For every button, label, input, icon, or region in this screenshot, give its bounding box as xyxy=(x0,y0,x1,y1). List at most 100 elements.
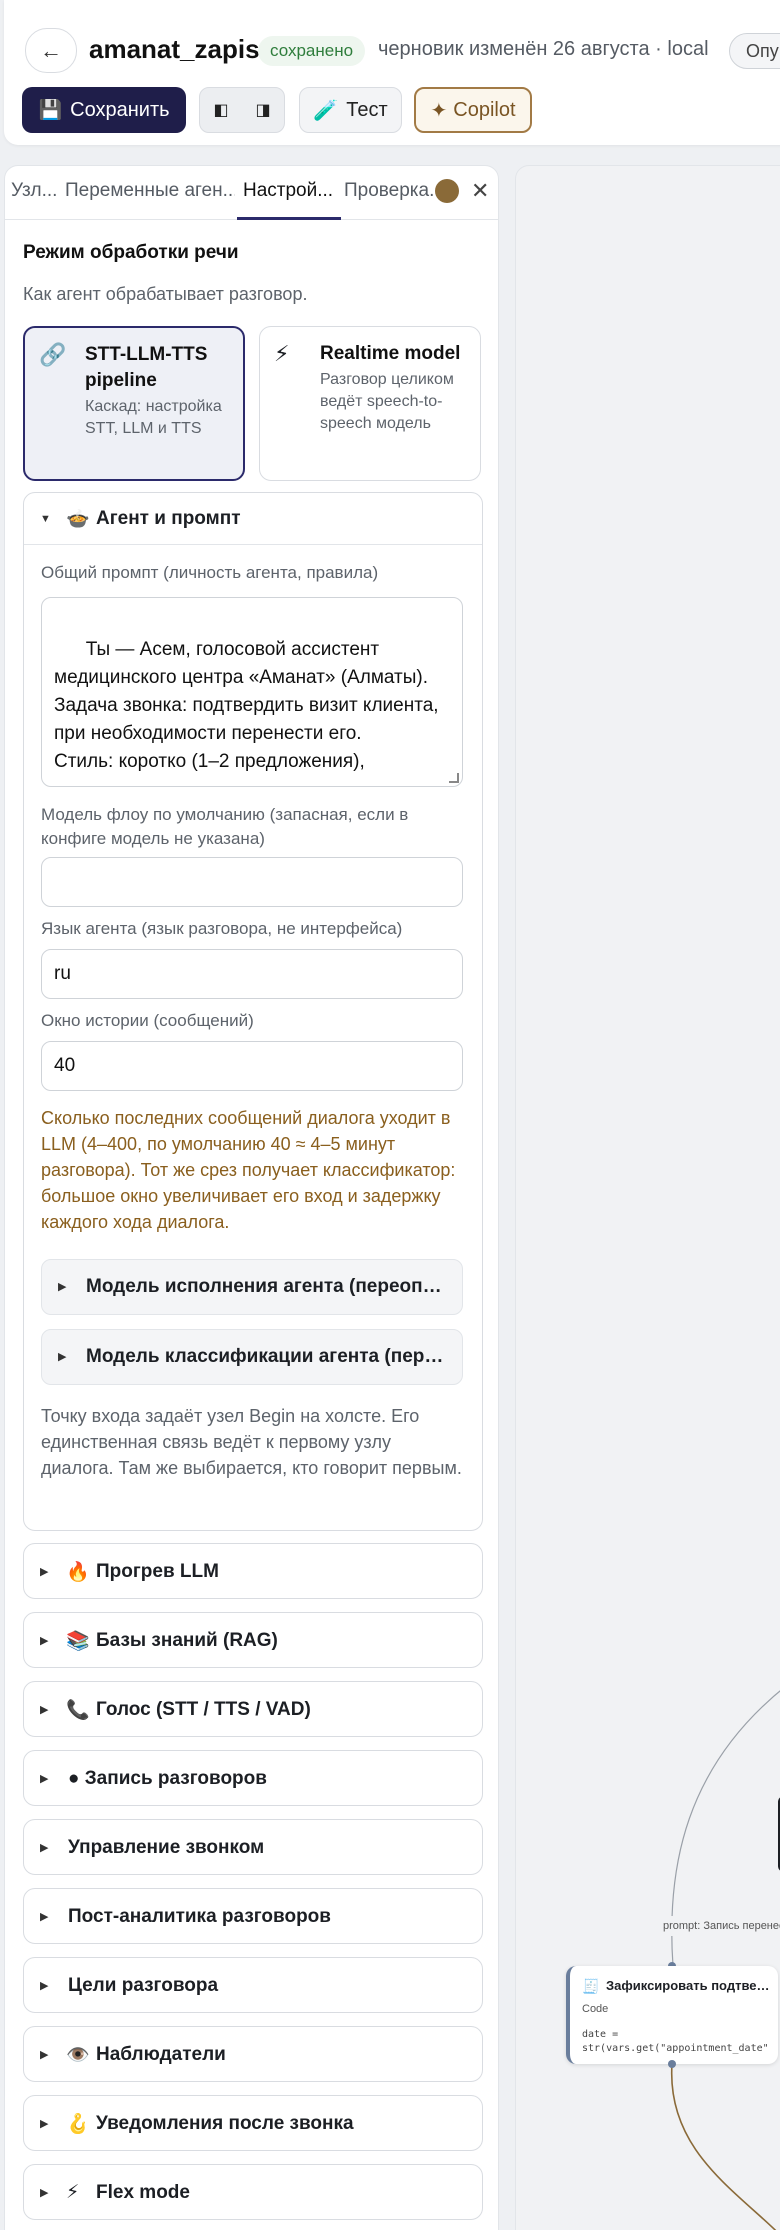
accordion-class-model[interactable]: ▶ Модель классификации агента (переопред… xyxy=(41,1329,463,1385)
history-label: Окно истории (сообщений) xyxy=(41,1011,254,1030)
active-tab-indicator xyxy=(237,217,341,220)
test-button-label: Тест xyxy=(346,98,388,121)
agent-title: amanat_zapis xyxy=(89,34,260,64)
node-output-port[interactable] xyxy=(668,2060,676,2068)
caret-right-icon: ▶ xyxy=(40,2187,49,2199)
caret-right-icon: ▶ xyxy=(58,1281,67,1293)
accordion-conversation-goals[interactable]: ▶ Цели разговора xyxy=(23,1957,483,2013)
lightning-icon: ⚡ xyxy=(66,2182,80,2203)
edge-outgoing xyxy=(671,2063,777,2230)
node-title: Зафиксировать подтверждение xyxy=(606,1978,772,1993)
publish-button[interactable]: Опуб xyxy=(729,33,780,69)
status-dot xyxy=(435,179,459,203)
accordion-title: Цели разговора xyxy=(68,1975,219,1996)
speech-mode-title: Режим обработки речи xyxy=(23,242,239,263)
accordion-exec-model[interactable]: ▶ Модель исполнения агента (переопределе… xyxy=(41,1259,463,1315)
phone-icon: 📞 xyxy=(66,1700,90,1721)
hook-icon: 🪝 xyxy=(66,2114,90,2135)
accordion-title: Наблюдатели xyxy=(96,2044,226,2065)
accordion-title: Управление звонком xyxy=(68,1837,265,1858)
history-input[interactable]: 40 xyxy=(41,1041,463,1091)
caret-right-icon: ▶ xyxy=(40,1980,49,1992)
settings-panel: Узл... Переменные аген... Настрой... Про… xyxy=(4,165,499,2230)
mode-card-pipeline[interactable]: 🔗 STT-LLM-TTS pipeline Каскад: настройка… xyxy=(23,326,245,481)
flow-canvas[interactable]: prompt: Запись перенесена 🧾 Зафиксироват… xyxy=(515,165,780,2230)
accordion-flex-mode[interactable]: ▶ ⚡ Flex mode xyxy=(23,2164,483,2220)
test-tube-icon: 🧪 xyxy=(313,99,339,122)
draft-info: черновик изменён 26 августа · local xyxy=(378,38,709,60)
layout-right-panel-icon[interactable]: ◨ xyxy=(242,88,284,132)
close-icon[interactable]: ✕ xyxy=(471,178,489,204)
floppy-disk-icon: 💾 xyxy=(38,100,63,121)
caret-right-icon: ▶ xyxy=(58,1351,67,1363)
tab-nodes[interactable]: Узл... xyxy=(11,180,57,202)
accordion-knowledge-bases[interactable]: ▶ 📚 Базы знаний (RAG) xyxy=(23,1612,483,1668)
tab-settings[interactable]: Настрой... xyxy=(243,180,337,202)
mode-card-desc: Разговор целиком ведёт speech-to-speech … xyxy=(320,371,454,432)
top-header: ← amanat_zapis сохранено черновик изменё… xyxy=(4,0,780,145)
lightning-icon: ⚡ xyxy=(274,341,290,366)
fire-icon: 🔥 xyxy=(66,1562,90,1583)
accordion-observers[interactable]: ▶ 👁️ Наблюдатели xyxy=(23,2026,483,2082)
node-code-preview: date = str(vars.get("appointment_date", … xyxy=(582,2029,770,2054)
entry-point-note: Точку входа задаёт узел Begin на холсте.… xyxy=(41,1406,462,1478)
accordion-call-control[interactable]: ▶ Управление звонком xyxy=(23,1819,483,1875)
link-icon: 🔗 xyxy=(39,342,67,367)
language-input[interactable]: ru xyxy=(41,949,463,999)
saved-status-badge: сохранено xyxy=(258,36,366,66)
mode-card-title: STT-LLM-TTS pipeline xyxy=(85,344,208,391)
flow-model-input[interactable] xyxy=(41,857,463,907)
caret-right-icon: ▶ xyxy=(40,1773,49,1785)
copilot-button[interactable]: ✦ Copilot xyxy=(414,87,532,133)
accordion-title: Прогрев LLM xyxy=(96,1561,219,1582)
accordion-title: Модель исполнения агента (переопределени… xyxy=(86,1276,450,1297)
speech-mode-subtitle: Как агент обрабатывает разговор. xyxy=(23,284,308,304)
caret-down-icon: ▼ xyxy=(40,513,51,525)
mode-card-realtime[interactable]: ⚡ Realtime model Разговор целиком ведёт … xyxy=(259,326,481,481)
history-hint: Сколько последних сообщений диалога уход… xyxy=(41,1108,456,1232)
flow-model-label: Модель флоу по умолчанию (запасная, если… xyxy=(41,805,409,848)
resize-handle-icon[interactable] xyxy=(449,773,459,783)
caret-right-icon: ▶ xyxy=(40,1704,49,1716)
test-button[interactable]: 🧪 Тест xyxy=(299,87,402,133)
prompt-text: Ты — Асем, голосовой ассистент медицинск… xyxy=(54,639,439,772)
back-button[interactable]: ← xyxy=(25,28,77,73)
accordion-call-recording[interactable]: ▶ ● Запись разговоров xyxy=(23,1750,483,1806)
caret-right-icon: ▶ xyxy=(40,2118,49,2130)
save-button-label: Сохранить xyxy=(70,98,170,121)
accordion-agent-prompt: ▼ 🍲 Агент и промпт Общий промпт (личност… xyxy=(23,492,483,1531)
save-button[interactable]: 💾 Сохранить xyxy=(22,87,186,133)
accordion-voice[interactable]: ▶ 📞 Голос (STT / TTS / VAD) xyxy=(23,1681,483,1737)
edge-label: prompt: Запись перенесена xyxy=(659,1916,780,1936)
caret-right-icon: ▶ xyxy=(40,1566,49,1578)
accordion-title: Голос (STT / TTS / VAD) xyxy=(96,1699,311,1720)
accordion-llm-warmup[interactable]: ▶ 🔥 Прогрев LLM xyxy=(23,1543,483,1599)
accordion-title: Flex mode xyxy=(96,2182,190,2203)
accordion-title: Пост-аналитика разговоров xyxy=(68,1906,331,1927)
accordion-title: Базы знаний (RAG) xyxy=(96,1630,278,1651)
prompt-textarea[interactable]: Ты — Асем, голосовой ассистент медицинск… xyxy=(41,597,463,787)
pot-icon: 🍲 xyxy=(66,509,90,530)
accordion-agent-prompt-header[interactable]: ▼ 🍲 Агент и промпт xyxy=(24,493,482,545)
accordion-title: Агент и промпт xyxy=(96,508,241,529)
caret-right-icon: ▶ xyxy=(40,2049,49,2061)
tab-checks[interactable]: Проверка... xyxy=(344,180,436,202)
mode-card-desc: Каскад: настройка STT, LLM и TTS xyxy=(85,398,222,437)
receipt-icon: 🧾 xyxy=(582,1978,600,1994)
prompt-label: Общий промпт (личность агента, правила) xyxy=(41,563,379,582)
tab-agent-variables[interactable]: Переменные аген... xyxy=(65,180,235,202)
accordion-title: Модель классификации агента (переопредел… xyxy=(86,1346,450,1367)
layout-left-panel-icon[interactable]: ◧ xyxy=(200,88,242,132)
flow-node-code[interactable]: 🧾 Зафиксировать подтверждение Code date … xyxy=(566,1966,778,2064)
accordion-post-call-notifications[interactable]: ▶ 🪝 Уведомления после звонка xyxy=(23,2095,483,2151)
arrow-left-icon: ← xyxy=(40,37,62,63)
copilot-button-label: Copilot xyxy=(453,98,516,121)
language-label: Язык агента (язык разговора, не интерфей… xyxy=(41,919,403,938)
accordion-post-analytics[interactable]: ▶ Пост-аналитика разговоров xyxy=(23,1888,483,1944)
node-kind: Code xyxy=(582,2003,609,2015)
sparkle-icon: ✦ xyxy=(430,99,448,122)
mode-card-title: Realtime model xyxy=(320,343,461,364)
layout-toggle-group: ◧ ◨ xyxy=(199,87,285,133)
accordion-title: ● Запись разговоров xyxy=(68,1768,267,1789)
caret-right-icon: ▶ xyxy=(40,1635,49,1647)
